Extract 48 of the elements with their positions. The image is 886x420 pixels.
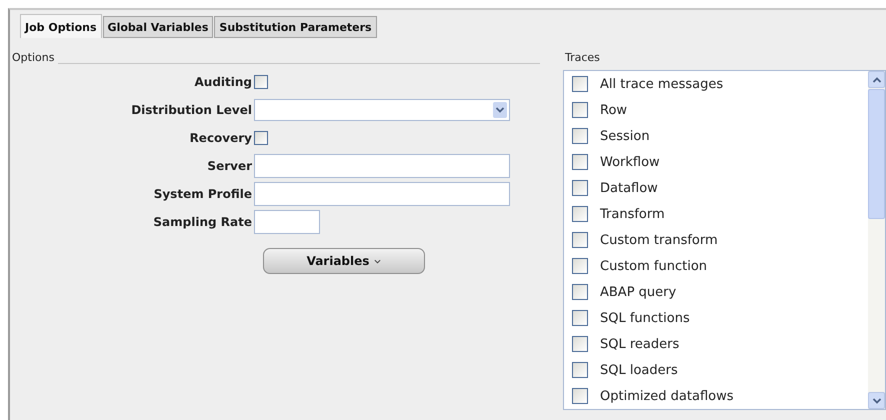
scroll-thumb[interactable] [868,89,885,219]
input-field[interactable] [254,182,510,206]
field-label: Recovery [188,131,252,145]
checkbox[interactable] [254,131,268,145]
input-field[interactable] [254,154,510,178]
checkbox[interactable] [572,336,588,352]
trace-label[interactable]: Dataflow [600,180,658,196]
checkbox[interactable] [572,232,588,248]
trace-label[interactable]: All trace messages [600,76,724,92]
checkbox[interactable] [572,76,588,92]
trace-label[interactable]: SQL readers [600,336,680,352]
checkbox[interactable] [572,180,588,196]
input-field[interactable] [254,210,320,234]
field-label: Auditing [193,75,252,89]
checkbox[interactable] [572,128,588,144]
trace-label[interactable]: Custom transform [600,232,718,248]
trace-label[interactable]: Row [600,102,628,118]
checkbox[interactable] [572,284,588,300]
checkbox[interactable] [572,310,588,326]
checkbox[interactable] [572,102,588,118]
trace-label[interactable]: Workflow [600,154,660,170]
trace-label[interactable]: Session [600,128,650,144]
scroll-up-icon[interactable] [868,71,885,88]
scroll-down-icon[interactable] [868,392,885,409]
checkbox[interactable] [572,362,588,378]
caret-icon [374,258,382,264]
trace-label[interactable]: ABAP query [600,284,676,300]
section-heading: Traces [564,51,600,64]
field-label: Sampling Rate [152,215,252,229]
field-label: System Profile [152,187,252,201]
checkbox[interactable] [572,388,588,404]
trace-label[interactable]: SQL loaders [600,362,678,378]
tab[interactable]: Substitution Parameters [214,16,377,38]
section-heading: Options [11,51,54,64]
trace-label[interactable]: Transform [600,206,665,222]
field-label: Server [206,159,252,173]
field-label: Distribution Level [130,103,252,117]
checkbox[interactable] [572,258,588,274]
trace-label[interactable]: SQL functions [600,310,690,326]
tab[interactable]: Global Variables [102,16,214,38]
checkbox[interactable] [254,75,268,89]
tab[interactable]: Job Options [20,14,102,38]
checkbox[interactable] [572,154,588,170]
trace-label[interactable]: Optimized dataflows [600,388,734,404]
variables-button[interactable]: Variables [263,248,425,274]
checkbox[interactable] [572,206,588,222]
scrollbar[interactable] [868,71,885,409]
trace-label[interactable]: Custom function [600,258,708,274]
